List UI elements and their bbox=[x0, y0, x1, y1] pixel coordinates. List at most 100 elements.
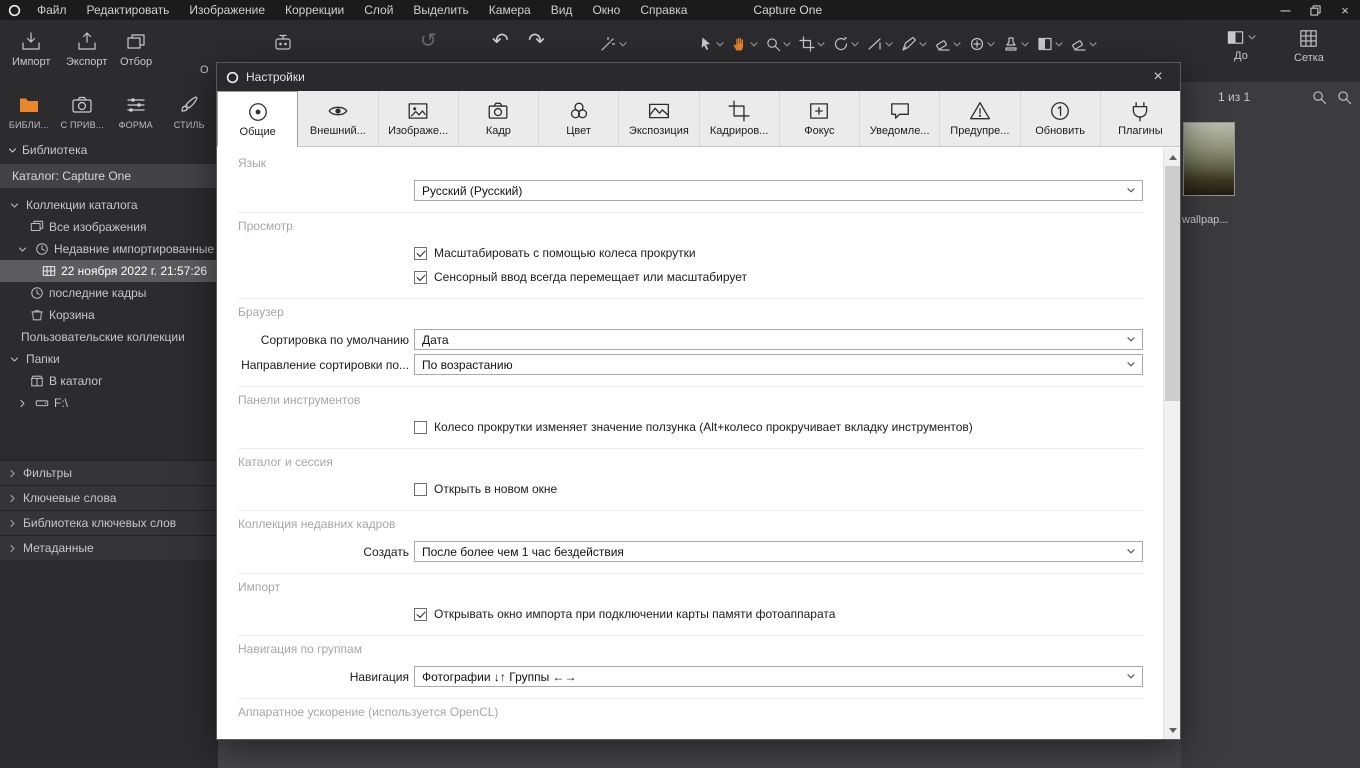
pref-tab-2[interactable]: Изображе... bbox=[379, 91, 459, 146]
pan-tool[interactable] bbox=[732, 36, 758, 52]
tree-item[interactable]: Папки bbox=[0, 348, 218, 370]
sidebar-tab-1[interactable]: С ПРИВ... bbox=[56, 85, 110, 138]
pref-tab-10[interactable]: Обновить bbox=[1021, 91, 1101, 146]
chevron-down-icon[interactable] bbox=[885, 42, 893, 47]
checkbox[interactable] bbox=[414, 421, 427, 434]
zoom-tool[interactable] bbox=[766, 37, 791, 52]
chevron-down-icon[interactable] bbox=[817, 42, 825, 47]
menu-item[interactable]: Камера bbox=[479, 0, 541, 20]
redo-icon[interactable]: ↷ bbox=[528, 30, 545, 52]
catalog-selector[interactable]: Каталог: Capture One bbox=[0, 164, 218, 188]
erase-mask-tool[interactable] bbox=[935, 36, 961, 52]
checkbox[interactable] bbox=[414, 271, 427, 284]
menu-item[interactable]: Выделить bbox=[403, 0, 478, 20]
restore-icon[interactable] bbox=[1300, 0, 1330, 20]
undo-icon[interactable]: ↶ bbox=[492, 30, 509, 52]
scrollbar[interactable] bbox=[1163, 148, 1180, 739]
chevron-down-icon[interactable] bbox=[14, 245, 30, 254]
pref-tab-0[interactable]: Общие bbox=[217, 91, 298, 147]
gradient-mask-tool[interactable] bbox=[1037, 36, 1063, 52]
dropdown[interactable]: По возрастанию bbox=[414, 354, 1143, 375]
scroll-thumb[interactable] bbox=[1165, 166, 1180, 401]
export-button[interactable]: Экспорт bbox=[66, 31, 107, 68]
menu-item[interactable]: Редактировать bbox=[77, 0, 180, 20]
chevron-down-icon[interactable] bbox=[953, 42, 961, 47]
pref-tab-5[interactable]: Экспозиция bbox=[619, 91, 699, 146]
sidebar-tab-3[interactable]: СТИЛЬ bbox=[163, 85, 217, 138]
minimize-icon[interactable] bbox=[1270, 0, 1300, 20]
menu-item[interactable]: Изображение bbox=[179, 0, 275, 20]
process-button-label[interactable]: О bbox=[200, 64, 209, 76]
sidebar-section[interactable]: Ключевые слова bbox=[0, 485, 218, 510]
menu-item[interactable]: Файл bbox=[27, 0, 77, 20]
tree-item[interactable]: Пользовательские коллекции bbox=[0, 326, 218, 348]
library-header[interactable]: Библиотека bbox=[0, 138, 218, 162]
thumbnail[interactable] bbox=[1183, 122, 1235, 196]
checkbox[interactable] bbox=[414, 608, 427, 621]
sidebar-section[interactable]: Библиотека ключевых слов bbox=[0, 510, 218, 535]
tree-item[interactable]: F:\ bbox=[0, 392, 218, 414]
eraser-tool[interactable] bbox=[1071, 36, 1097, 52]
import-button[interactable]: Импорт bbox=[12, 31, 50, 68]
dropdown[interactable]: После более чем 1 час бездействия bbox=[414, 541, 1143, 562]
zoom-thumbnails-icon[interactable] bbox=[1312, 90, 1327, 105]
sidebar-tab-2[interactable]: ФОРМА bbox=[109, 85, 163, 138]
cull-button[interactable]: Отбор bbox=[120, 31, 152, 68]
tree-item[interactable]: Все изображения bbox=[0, 216, 218, 238]
clone-tool[interactable] bbox=[1003, 36, 1029, 52]
tree-item[interactable]: последние кадры bbox=[0, 282, 218, 304]
tree-item[interactable]: Коллекции каталога bbox=[0, 194, 218, 216]
pref-tab-8[interactable]: Уведомле... bbox=[860, 91, 940, 146]
tree-item[interactable]: 22 ноября 2022 г. 21:57:26 bbox=[0, 260, 218, 282]
tree-item[interactable]: В каталог bbox=[0, 370, 218, 392]
sidebar-section[interactable]: Метаданные bbox=[0, 535, 218, 560]
chevron-down-icon[interactable] bbox=[783, 42, 791, 47]
dropdown[interactable]: Дата bbox=[414, 329, 1143, 350]
chevron-down-icon[interactable] bbox=[919, 42, 927, 47]
close-window-icon[interactable]: × bbox=[1330, 0, 1360, 20]
chevron-down-icon[interactable] bbox=[987, 42, 995, 47]
dialog-titlebar[interactable]: Настройки × bbox=[217, 63, 1180, 91]
chevron-down-icon[interactable] bbox=[619, 42, 627, 47]
chevron-down-icon[interactable] bbox=[1089, 42, 1097, 47]
draw-mask-tool[interactable] bbox=[901, 36, 927, 52]
chevron-down-icon[interactable] bbox=[6, 201, 22, 210]
pref-tab-3[interactable]: Кадр bbox=[459, 91, 539, 146]
chevron-down-icon[interactable] bbox=[1021, 42, 1029, 47]
menu-item[interactable]: Окно bbox=[582, 0, 630, 20]
sidebar-section[interactable]: Фильтры bbox=[0, 460, 218, 485]
crop-tool[interactable] bbox=[799, 36, 825, 52]
process-recipe-icon[interactable] bbox=[272, 32, 294, 54]
before-after-button[interactable]: До bbox=[1226, 28, 1256, 62]
select-tool[interactable] bbox=[698, 36, 724, 52]
straighten-tool[interactable] bbox=[867, 36, 893, 52]
grid-button[interactable]: Сетка bbox=[1294, 28, 1324, 64]
menu-item[interactable]: Вид bbox=[541, 0, 583, 20]
chevron-down-icon[interactable] bbox=[750, 42, 758, 47]
scroll-down-icon[interactable] bbox=[1164, 722, 1181, 739]
chevron-right-icon[interactable] bbox=[14, 399, 30, 408]
chevron-down-icon[interactable] bbox=[1055, 42, 1063, 47]
sidebar-tab-0[interactable]: БИБЛИ... bbox=[2, 85, 56, 138]
pref-tab-9[interactable]: Предупре... bbox=[940, 91, 1020, 146]
rotate-tool[interactable] bbox=[833, 36, 859, 52]
search-icon[interactable] bbox=[1337, 90, 1352, 105]
dropdown[interactable]: Фотографии ↓↑ Группы ←→ bbox=[414, 666, 1143, 687]
auto-adjust-button[interactable] bbox=[600, 36, 627, 52]
pref-tab-6[interactable]: Кадриров... bbox=[700, 91, 780, 146]
menu-item[interactable]: Коррекции bbox=[275, 0, 354, 20]
chevron-down-icon[interactable] bbox=[851, 42, 859, 47]
pref-tab-7[interactable]: Фокус bbox=[780, 91, 860, 146]
checkbox[interactable] bbox=[414, 247, 427, 260]
pref-tab-11[interactable]: Плагины bbox=[1101, 91, 1180, 146]
close-icon[interactable]: × bbox=[1136, 63, 1180, 91]
scroll-up-icon[interactable] bbox=[1164, 148, 1181, 165]
heal-tool[interactable] bbox=[969, 36, 995, 52]
tree-item[interactable]: Недавние импортированные bbox=[0, 238, 218, 260]
pref-tab-1[interactable]: Внешний... bbox=[298, 91, 378, 146]
chevron-down-icon[interactable] bbox=[6, 355, 22, 364]
chevron-down-icon[interactable] bbox=[1248, 35, 1256, 40]
checkbox[interactable] bbox=[414, 483, 427, 496]
tree-item[interactable]: Корзина bbox=[0, 304, 218, 326]
menu-item[interactable]: Слой bbox=[354, 0, 403, 20]
